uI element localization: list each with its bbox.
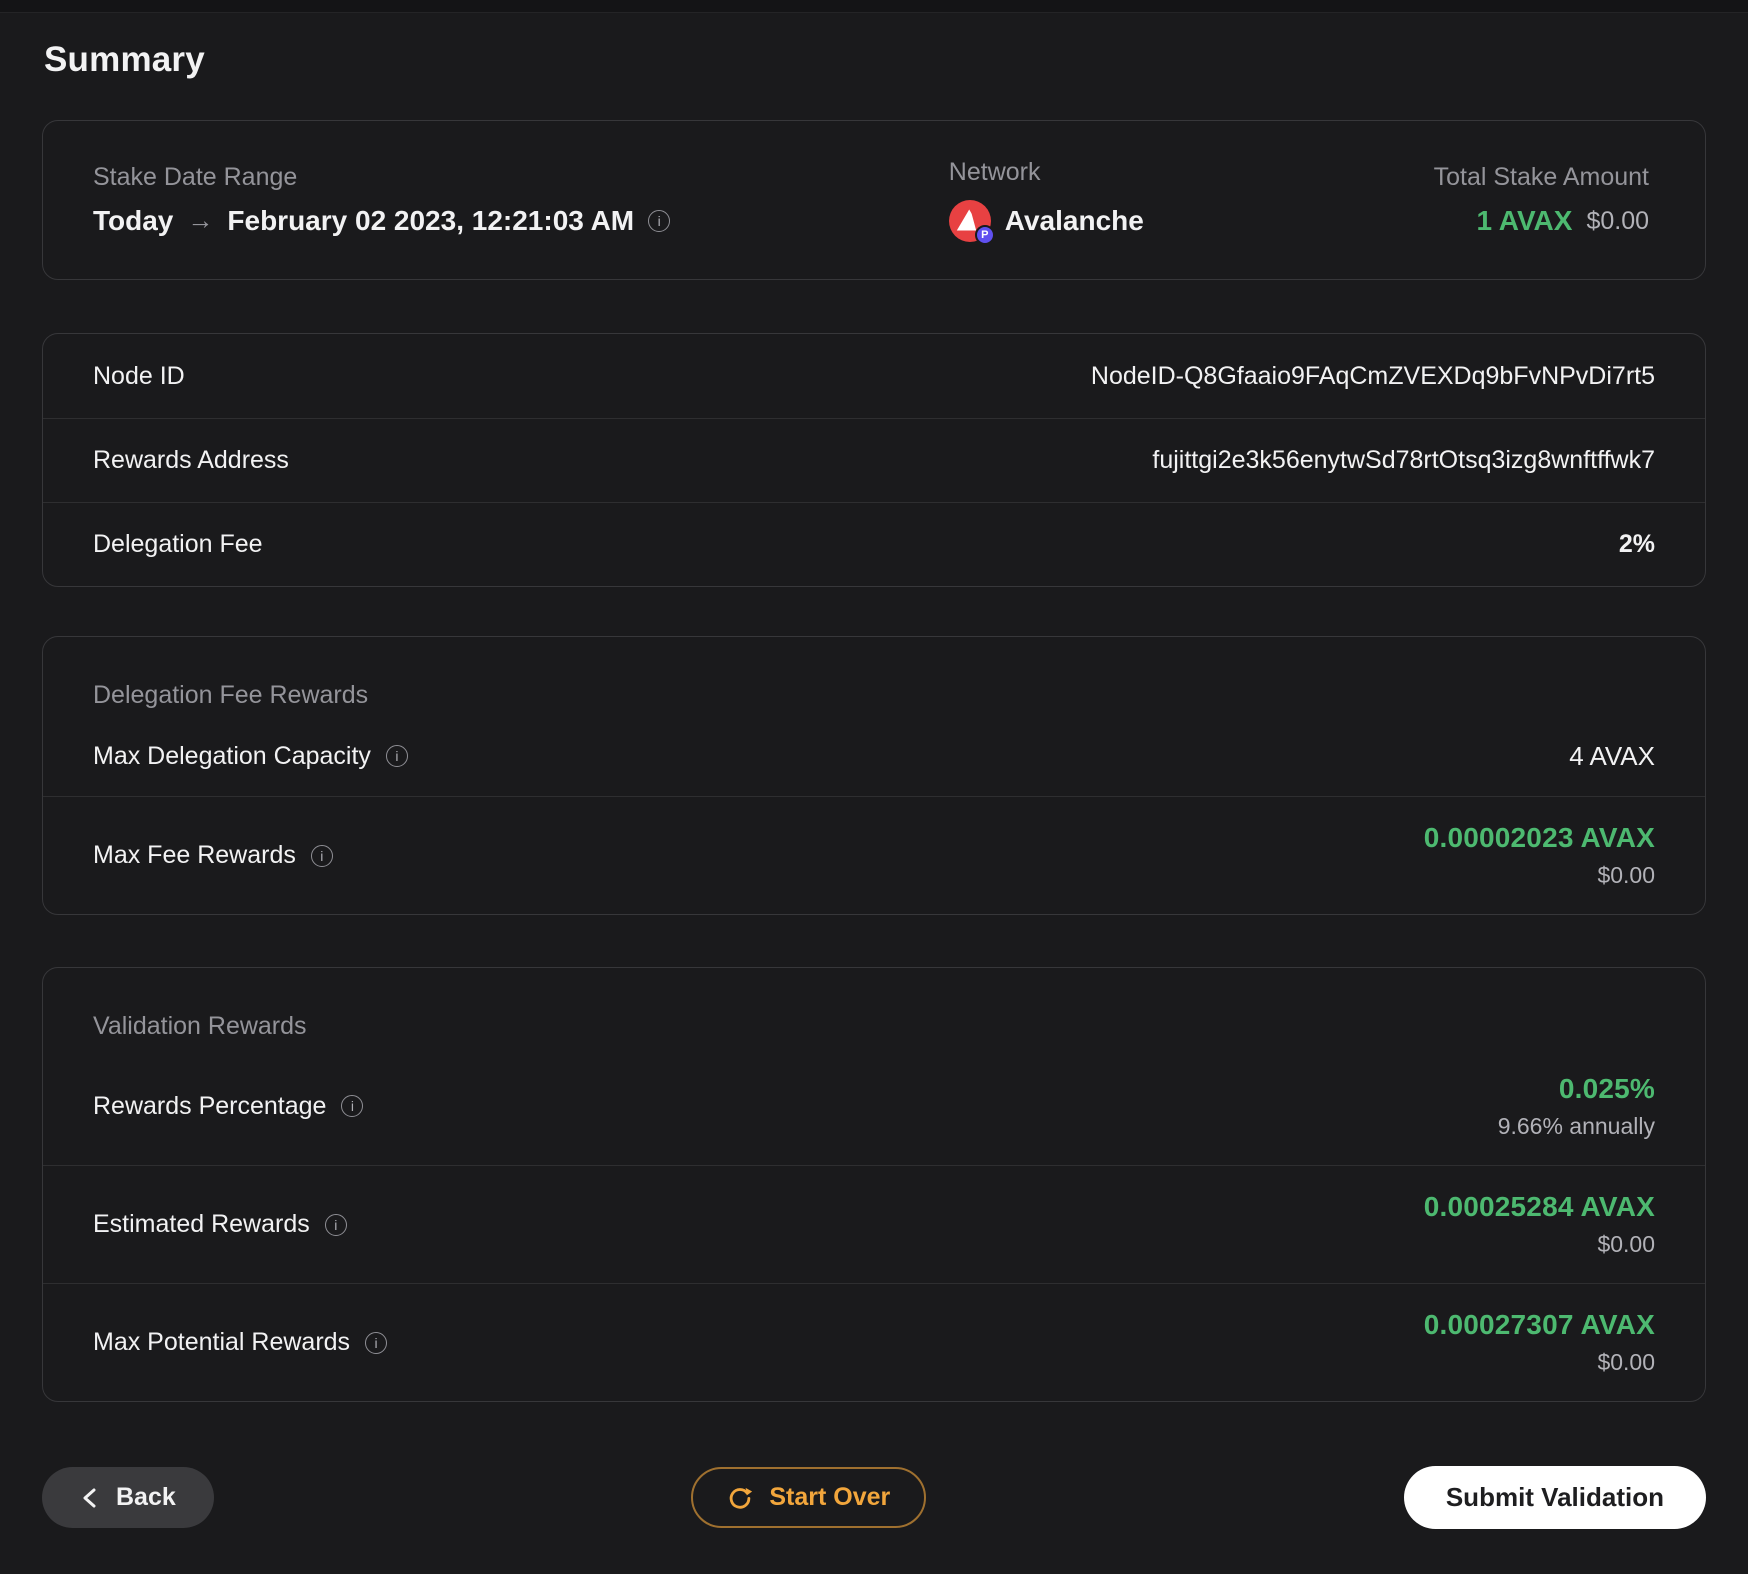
page-title: Summary [44,40,205,79]
max-fee-rewards-usd: $0.00 [1597,862,1655,888]
node-id-value: NodeID-Q8Gfaaio9FAqCmZVEXDq9bFvNPvDi7rt5 [1090,361,1655,390]
row-max-delegation-capacity: Max Delegation Capacity 4 AVAX [43,716,1705,796]
rewards-percentage-value-group: 0.025% 9.66% annually [1498,1073,1655,1140]
node-details-card: Node ID NodeID-Q8Gfaaio9FAqCmZVEXDq9bFvN… [42,333,1706,587]
delegation-fee-label: Delegation Fee [93,530,263,558]
table-row-delegation-fee: Delegation Fee 2% [43,502,1705,586]
max-fee-rewards-value: 0.00002023 AVAX [1423,822,1655,853]
stake-date-range-group: Stake Date Range Today → February 02 202… [93,163,949,237]
estimated-rewards-text: Estimated Rewards [93,1210,310,1238]
network-group: Network P Avalanche [948,158,1434,245]
max-fee-rewards-label: Max Fee Rewards [93,841,333,870]
footer-actions: Back Start Over Submit Validation [42,1466,1706,1529]
max-potential-rewards-value-group: 0.00027307 AVAX $0.00 [1424,1309,1655,1376]
max-delegation-capacity-text: Max Delegation Capacity [93,741,371,770]
back-button-label: Back [116,1483,176,1511]
stake-date-range-value: Today → February 02 2023, 12:21:03 AM [93,205,949,237]
row-rewards-percentage: Rewards Percentage 0.025% 9.66% annually [43,1047,1705,1165]
row-max-fee-rewards: Max Fee Rewards 0.00002023 AVAX $0.00 [43,796,1705,914]
info-icon[interactable] [365,1331,388,1354]
delegation-fee-rewards-title: Delegation Fee Rewards [93,681,369,709]
row-max-potential-rewards: Max Potential Rewards 0.00027307 AVAX $0… [43,1283,1705,1401]
total-stake-label: Total Stake Amount [1433,162,1649,191]
submit-validation-button[interactable]: Submit Validation [1403,1466,1706,1529]
row-estimated-rewards: Estimated Rewards 0.00025284 AVAX $0.00 [43,1165,1705,1283]
start-over-button[interactable]: Start Over [691,1467,927,1528]
total-stake-value: 1 AVAX $0.00 [1476,205,1649,237]
estimated-rewards-value: 0.00025284 AVAX [1423,1191,1655,1222]
arrow-right-icon: → [187,205,214,236]
info-icon[interactable] [385,745,408,767]
back-button[interactable]: Back [42,1467,214,1528]
delegation-fee-value: 2% [1618,530,1655,558]
rewards-percentage-value: 0.025% [1558,1072,1655,1104]
chevron-left-icon [80,1486,100,1510]
max-fee-rewards-value-group: 0.00002023 AVAX $0.00 [1424,822,1655,889]
stake-date-to: February 02 2023, 12:21:03 AM [227,204,635,236]
delegation-fee-rewards-card: Delegation Fee Rewards Max Delegation Ca… [42,636,1706,915]
table-row-node-id: Node ID NodeID-Q8Gfaaio9FAqCmZVEXDq9bFvN… [43,334,1705,418]
max-potential-rewards-usd: $0.00 [1597,1349,1655,1375]
submit-validation-button-label: Submit Validation [1445,1482,1664,1512]
info-icon[interactable] [648,210,671,232]
table-row-rewards-address: Rewards Address fujittgi2e3k56enytwSd78r… [43,418,1705,502]
total-stake-amount: 1 AVAX [1476,204,1573,236]
max-potential-rewards-label: Max Potential Rewards [93,1328,388,1357]
rewards-percentage-annual: 9.66% annually [1497,1112,1655,1139]
rewards-percentage-text: Rewards Percentage [93,1091,327,1120]
info-icon[interactable] [341,1095,364,1117]
stake-date-from: Today [93,204,174,236]
total-stake-group: Total Stake Amount 1 AVAX $0.00 [1434,163,1649,237]
rewards-address-label: Rewards Address [93,446,289,474]
info-icon[interactable] [310,844,333,867]
rewards-address-value: fujittgi2e3k56enytwSd78rtOtsq3izg8wnftff… [1152,446,1655,474]
stake-date-range-label: Stake Date Range [93,162,298,191]
stake-overview-card: Stake Date Range Today → February 02 202… [42,120,1706,280]
network-label: Network [948,158,1041,186]
refresh-icon [727,1485,753,1511]
estimated-rewards-label: Estimated Rewards [93,1210,347,1239]
p-chain-badge: P [974,225,995,245]
network-value: P Avalanche [948,200,1434,245]
top-panel-edge [0,0,1748,13]
info-icon[interactable] [324,1213,347,1236]
summary-panel: Summary Stake Date Range Today → Februar… [0,40,1748,1529]
validation-rewards-title: Validation Rewards [93,1012,307,1040]
validation-rewards-card: Validation Rewards Rewards Percentage 0.… [42,967,1706,1402]
max-fee-rewards-text: Max Fee Rewards [93,841,296,869]
max-potential-rewards-text: Max Potential Rewards [93,1328,351,1356]
max-potential-rewards-value: 0.00027307 AVAX [1423,1309,1655,1340]
avalanche-logo-icon: P [948,200,995,245]
node-id-label: Node ID [93,361,185,390]
max-delegation-capacity-label: Max Delegation Capacity [93,742,408,771]
estimated-rewards-value-group: 0.00025284 AVAX $0.00 [1424,1191,1655,1258]
start-over-button-label: Start Over [769,1483,891,1511]
total-stake-usd: $0.00 [1586,206,1649,235]
max-delegation-capacity-value: 4 AVAX [1569,740,1655,771]
rewards-percentage-label: Rewards Percentage [93,1091,364,1121]
network-name: Avalanche [1004,204,1144,236]
estimated-rewards-usd: $0.00 [1597,1231,1655,1257]
